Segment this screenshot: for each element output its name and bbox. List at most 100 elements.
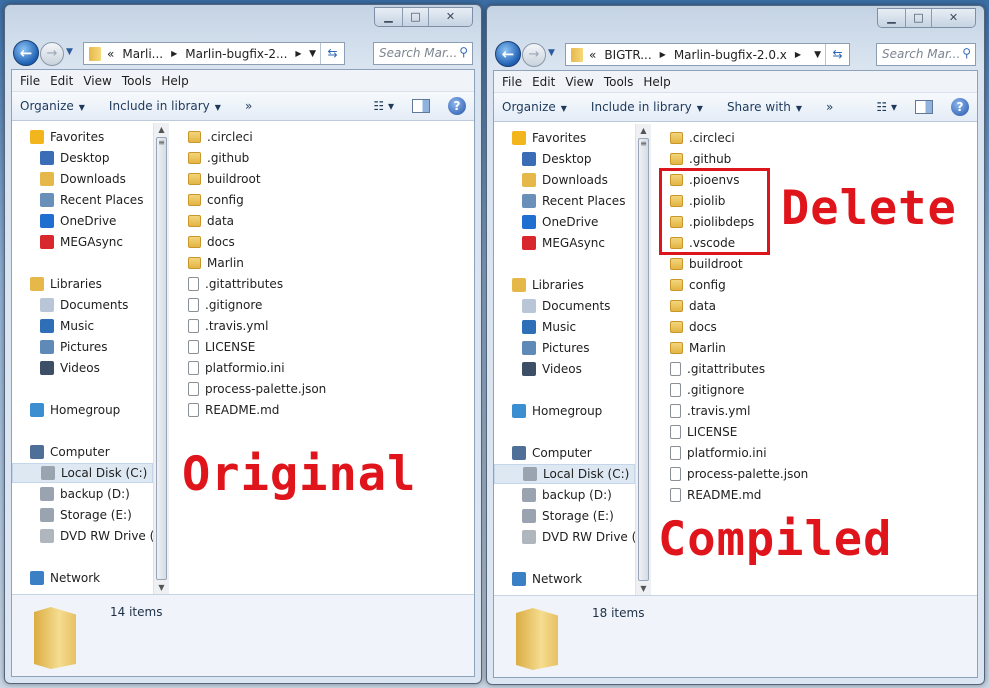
- back-button[interactable]: ←: [495, 41, 521, 67]
- file-item[interactable]: platformio.ini: [670, 443, 767, 463]
- breadcrumb-arrow-icon[interactable]: ▶: [171, 49, 177, 58]
- file-item[interactable]: .gitignore: [670, 380, 744, 400]
- breadcrumb-item[interactable]: BIGTR...: [604, 48, 651, 62]
- vertical-scrollbar[interactable]: ▲ ≡ ▼: [153, 123, 169, 594]
- change-view-button[interactable]: ☷ ▾: [876, 100, 897, 114]
- address-bar[interactable]: « BIGTR... ▶ Marlin-bugfix-2.0.x ▶ ▼ ⇆: [565, 43, 850, 66]
- scrollbar-thumb[interactable]: ≡: [638, 138, 649, 581]
- toolbar-button-share-with[interactable]: Share with ▼: [727, 100, 802, 114]
- address-bar[interactable]: « Marli... ▶ Marlin-bugfix-2... ▶ ▼ ⇆: [83, 42, 345, 65]
- nav-item-libraries[interactable]: Libraries: [12, 274, 153, 294]
- file-item[interactable]: LICENSE: [670, 422, 737, 442]
- nav-item-videos[interactable]: Videos: [12, 358, 153, 378]
- search-input[interactable]: Search Mar... ⚲: [373, 42, 473, 65]
- file-item[interactable]: .gitattributes: [670, 359, 765, 379]
- address-dropdown-icon[interactable]: ▼: [814, 50, 821, 60]
- forward-button[interactable]: →: [40, 42, 64, 66]
- search-icon[interactable]: ⚲: [962, 46, 971, 60]
- file-item[interactable]: .gitattributes: [188, 274, 283, 294]
- nav-item-pictures[interactable]: Pictures: [494, 338, 635, 358]
- nav-item-storage-e[interactable]: Storage (E:): [12, 505, 153, 525]
- more-commands-button[interactable]: »: [245, 99, 252, 113]
- file-item[interactable]: LICENSE: [188, 337, 255, 357]
- menu-item-edit[interactable]: Edit: [532, 75, 555, 89]
- nav-item-desktop[interactable]: Desktop: [494, 149, 635, 169]
- file-item[interactable]: config: [670, 275, 726, 295]
- nav-item-backup-d[interactable]: backup (D:): [494, 485, 635, 505]
- nav-item-dvd-rw-drive-f[interactable]: DVD RW Drive (F:): [494, 527, 635, 547]
- toolbar-button-organize[interactable]: Organize ▼: [20, 99, 85, 113]
- change-view-button[interactable]: ☷ ▾: [373, 99, 394, 113]
- menu-item-file[interactable]: File: [20, 74, 40, 88]
- file-item[interactable]: .github: [670, 149, 731, 169]
- file-item[interactable]: Marlin: [670, 338, 726, 358]
- address-dropdown-icon[interactable]: ▼: [309, 49, 316, 59]
- nav-item-desktop[interactable]: Desktop: [12, 148, 153, 168]
- menu-item-tools[interactable]: Tools: [122, 74, 152, 88]
- help-icon[interactable]: ?: [951, 98, 969, 116]
- nav-item-homegroup[interactable]: Homegroup: [494, 401, 635, 421]
- menu-item-help[interactable]: Help: [643, 75, 670, 89]
- overflow-chevron-icon[interactable]: «: [589, 48, 596, 62]
- scrollbar-thumb[interactable]: ≡: [156, 137, 167, 580]
- menu-item-view[interactable]: View: [83, 74, 111, 88]
- help-icon[interactable]: ?: [448, 97, 466, 115]
- file-item[interactable]: docs: [188, 232, 235, 252]
- nav-item-favorites[interactable]: Favorites: [494, 128, 635, 148]
- nav-item-pictures[interactable]: Pictures: [12, 337, 153, 357]
- nav-item-recent-places[interactable]: Recent Places: [494, 191, 635, 211]
- nav-item-local-disk-c[interactable]: Local Disk (C:): [494, 464, 635, 484]
- file-item[interactable]: platformio.ini: [188, 358, 285, 378]
- nav-item-backup-d[interactable]: backup (D:): [12, 484, 153, 504]
- scroll-up-arrow[interactable]: ▲: [636, 126, 651, 135]
- nav-item-computer[interactable]: Computer: [494, 443, 635, 463]
- nav-item-megasync[interactable]: MEGAsync: [12, 232, 153, 252]
- file-item[interactable]: config: [188, 190, 244, 210]
- file-item[interactable]: buildroot: [188, 169, 261, 189]
- nav-item-libraries[interactable]: Libraries: [494, 275, 635, 295]
- recent-pages-dropdown[interactable]: ▼: [66, 47, 73, 57]
- nav-item-downloads[interactable]: Downloads: [494, 170, 635, 190]
- file-item[interactable]: data: [670, 296, 716, 316]
- nav-item-videos[interactable]: Videos: [494, 359, 635, 379]
- file-item[interactable]: Marlin: [188, 253, 244, 273]
- menu-item-file[interactable]: File: [502, 75, 522, 89]
- maximize-button[interactable]: □: [905, 9, 931, 27]
- breadcrumb-arrow-icon[interactable]: ▶: [795, 50, 801, 59]
- nav-item-storage-e[interactable]: Storage (E:): [494, 506, 635, 526]
- breadcrumb-item[interactable]: Marli...: [122, 47, 163, 61]
- nav-item-recent-places[interactable]: Recent Places: [12, 190, 153, 210]
- nav-item-computer[interactable]: Computer: [12, 442, 153, 462]
- file-item[interactable]: README.md: [188, 400, 279, 420]
- refresh-button[interactable]: ⇆: [825, 44, 849, 65]
- nav-item-favorites[interactable]: Favorites: [12, 127, 153, 147]
- search-icon[interactable]: ⚲: [459, 45, 468, 59]
- preview-pane-icon[interactable]: [915, 100, 933, 114]
- file-item[interactable]: .github: [188, 148, 249, 168]
- nav-item-homegroup[interactable]: Homegroup: [12, 400, 153, 420]
- preview-pane-icon[interactable]: [412, 99, 430, 113]
- nav-item-network[interactable]: Network: [12, 568, 153, 588]
- vertical-scrollbar[interactable]: ▲ ≡ ▼: [635, 124, 651, 595]
- breadcrumb-item[interactable]: Marlin-bugfix-2.0.x: [674, 48, 787, 62]
- file-item[interactable]: buildroot: [670, 254, 743, 274]
- scroll-down-arrow[interactable]: ▼: [154, 583, 169, 592]
- file-item[interactable]: .circleci: [670, 128, 735, 148]
- nav-item-onedrive[interactable]: OneDrive: [12, 211, 153, 231]
- toolbar-button-include-in-library[interactable]: Include in library ▼: [109, 99, 221, 113]
- file-item[interactable]: .travis.yml: [188, 316, 268, 336]
- more-commands-button[interactable]: »: [826, 100, 833, 114]
- menu-item-edit[interactable]: Edit: [50, 74, 73, 88]
- close-button[interactable]: ✕: [931, 9, 975, 27]
- menu-item-help[interactable]: Help: [161, 74, 188, 88]
- minimize-button[interactable]: ▁: [375, 8, 402, 26]
- nav-item-onedrive[interactable]: OneDrive: [494, 212, 635, 232]
- forward-button[interactable]: →: [522, 43, 546, 67]
- file-item[interactable]: docs: [670, 317, 717, 337]
- minimize-button[interactable]: ▁: [878, 9, 905, 27]
- scroll-down-arrow[interactable]: ▼: [636, 584, 651, 593]
- scroll-up-arrow[interactable]: ▲: [154, 125, 169, 134]
- toolbar-button-organize[interactable]: Organize ▼: [502, 100, 567, 114]
- nav-item-music[interactable]: Music: [494, 317, 635, 337]
- maximize-button[interactable]: □: [402, 8, 428, 26]
